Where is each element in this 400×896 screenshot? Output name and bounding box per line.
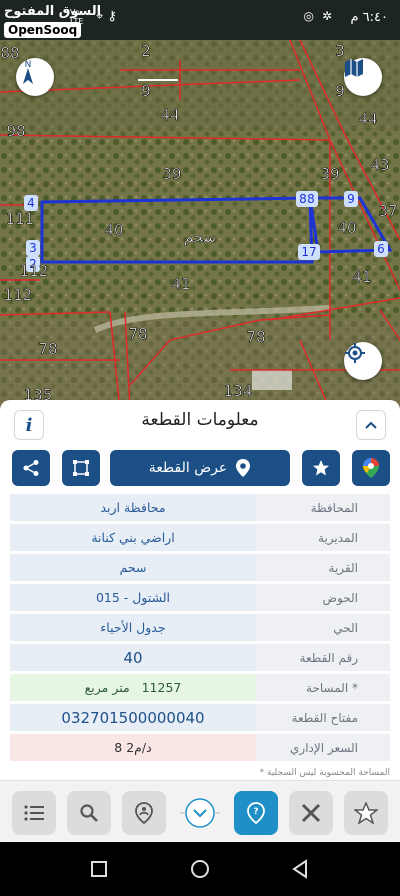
boundary-button[interactable] <box>62 450 100 486</box>
svg-text:39: 39 <box>162 165 181 183</box>
svg-text:8: 8 <box>299 192 307 206</box>
app-icon: ✲ <box>321 9 340 23</box>
svg-text:98: 98 <box>6 122 25 140</box>
row-directorate: اراضي بني كنانة المديرية <box>10 524 390 551</box>
map-layers-button[interactable] <box>344 58 382 96</box>
key-icon: ⚷ <box>107 9 121 24</box>
svg-text:40: 40 <box>104 221 123 239</box>
system-nav-bar <box>0 842 400 896</box>
row-basin: الشتول - 015 الحوض <box>10 584 390 611</box>
svg-text:4: 4 <box>27 196 35 210</box>
svg-text:6: 6 <box>377 242 385 256</box>
parcel-details: محافظة اربد المحافظة اراضي بني كنانة الم… <box>10 494 390 764</box>
instagram-icon: ◎ <box>303 9 322 23</box>
question-pin-icon: ? <box>247 802 265 824</box>
nearby-button[interactable] <box>122 791 166 835</box>
home-icon[interactable] <box>189 858 211 880</box>
area-footnote: * المساحة المحسوبة ليس السجلية <box>259 768 390 778</box>
share-button[interactable] <box>12 450 50 486</box>
list-icon <box>24 805 44 821</box>
svg-text:78: 78 <box>246 328 265 346</box>
svg-text:41: 41 <box>171 275 190 293</box>
svg-text:9: 9 <box>141 82 151 100</box>
search-button[interactable] <box>67 791 111 835</box>
area-unit: متر مربع <box>84 680 130 695</box>
saved-button[interactable] <box>344 791 388 835</box>
map-view[interactable]: 4 88 9 3 2 17 6 88 2 3 9 9 44 98 44 39 4… <box>0 40 400 410</box>
back-icon[interactable] <box>290 858 312 880</box>
chevron-up-icon <box>365 421 377 429</box>
google-maps-icon <box>363 458 379 478</box>
sheet-header: i معلومات القطعة <box>0 400 400 444</box>
svg-text:41: 41 <box>352 268 371 286</box>
svg-text:?: ? <box>253 807 258 817</box>
my-location-button[interactable] <box>344 342 382 380</box>
svg-text:9: 9 <box>347 192 355 206</box>
collapse-button[interactable] <box>356 410 386 440</box>
clock: ٦:٤٠ م <box>350 10 388 25</box>
notification-icons: ◎✲ <box>303 9 340 23</box>
chevron-down-icon <box>180 798 220 828</box>
star-icon <box>313 460 329 476</box>
row-parcel-number: 40 رقم القطعة <box>10 644 390 671</box>
crosshair-icon <box>345 343 365 363</box>
svg-text:134: 134 <box>224 382 253 400</box>
svg-text:39: 39 <box>320 165 339 183</box>
google-maps-button[interactable] <box>352 450 390 486</box>
row-neighborhood: جدول الأحياء الحي <box>10 614 390 641</box>
svg-text:2: 2 <box>141 42 151 60</box>
compass-button[interactable]: N <box>16 58 54 96</box>
bottom-toolbar: ? <box>0 780 400 842</box>
search-icon <box>80 804 98 822</box>
expand-toolbar-button[interactable] <box>180 793 220 833</box>
row-area: متر مربع 11257 المساحة * <box>10 674 390 701</box>
polygon-icon <box>73 460 89 476</box>
action-row: عرض القطعة <box>0 444 400 490</box>
share-icon <box>23 460 39 476</box>
svg-text:112: 112 <box>4 286 33 304</box>
show-parcel-label: عرض القطعة <box>148 460 228 476</box>
star-house-icon <box>354 802 378 824</box>
opensooq-watermark: السوق المفتوح OpenSooq <box>4 4 102 38</box>
svg-text:111: 111 <box>6 210 35 228</box>
measure-button[interactable] <box>289 791 333 835</box>
svg-text:78: 78 <box>128 325 147 343</box>
svg-text:44: 44 <box>358 110 377 128</box>
satellite-map[interactable]: 4 88 9 3 2 17 6 88 2 3 9 9 44 98 44 39 4… <box>0 40 400 410</box>
svg-text:37: 37 <box>378 202 397 220</box>
person-pin-icon <box>135 802 153 824</box>
area-value: متر مربع 11257 <box>10 674 256 701</box>
map-icon <box>345 59 363 77</box>
favorite-button[interactable] <box>302 450 340 486</box>
svg-text:78: 78 <box>38 340 57 358</box>
row-admin-price: 8 د/م2 السعر الإداري <box>10 734 390 761</box>
recents-icon[interactable] <box>88 858 110 880</box>
ruler-pencil-icon <box>301 803 321 823</box>
row-parcel-key: 032701500000040 مفتاح القطعة <box>10 704 390 731</box>
selected-parcel-name: سحم <box>184 228 216 246</box>
parcel-query-button[interactable]: ? <box>234 791 278 835</box>
svg-text:17: 17 <box>301 245 316 259</box>
svg-text:40: 40 <box>337 219 356 237</box>
list-button[interactable] <box>12 791 56 835</box>
show-parcel-button[interactable]: عرض القطعة <box>110 450 290 486</box>
svg-text:8: 8 <box>307 192 315 206</box>
svg-text:9: 9 <box>335 82 345 100</box>
svg-text:3: 3 <box>29 241 37 255</box>
area-number: 11257 <box>141 680 182 695</box>
compass-icon: N <box>23 60 33 84</box>
row-village: سحم القرية <box>10 554 390 581</box>
svg-text:112: 112 <box>20 262 49 280</box>
pin-icon <box>236 459 251 477</box>
svg-text:43: 43 <box>370 156 389 174</box>
svg-text:44: 44 <box>160 106 179 124</box>
sheet-title: معلومات القطعة <box>141 410 259 430</box>
row-governorate: محافظة اربد المحافظة <box>10 494 390 521</box>
